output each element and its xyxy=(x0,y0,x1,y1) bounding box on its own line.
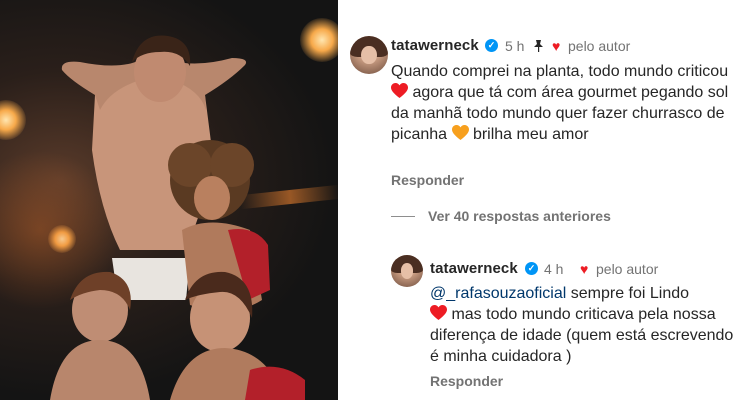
reply-time: 4 h xyxy=(544,261,564,277)
comments-panel: tatawerneck ✓ 5 h ♥ pelo autor Quando co… xyxy=(338,0,738,400)
reply-text-part: mas todo mundo criticava pela nossa dife… xyxy=(430,306,734,365)
view-more-replies[interactable]: Ver 40 respostas anteriores xyxy=(428,208,611,224)
comment-text-part: Quando comprei na planta, todo mundo cri… xyxy=(391,63,729,80)
comment-time: 5 h xyxy=(505,38,525,54)
verified-icon: ✓ xyxy=(525,262,538,275)
post-photo xyxy=(0,0,338,400)
reply-text: @_rafasouzaoficial sempre foi Lindo mas … xyxy=(430,283,734,367)
liked-by-author: pelo autor xyxy=(596,261,659,277)
replies-divider xyxy=(391,216,415,217)
comment-text: Quando comprei na planta, todo mundo cri… xyxy=(391,61,731,145)
heart-icon: ♥ xyxy=(552,38,561,54)
reply-text-part: sempre foi Lindo xyxy=(566,285,690,302)
avatar[interactable] xyxy=(350,36,388,74)
mention-link[interactable]: @_rafasouzaoficial xyxy=(430,285,566,302)
avatar[interactable] xyxy=(391,255,423,287)
liked-by-author: pelo autor xyxy=(568,38,631,54)
comment-username[interactable]: tatawerneck xyxy=(391,37,479,54)
orange-heart-emoji xyxy=(451,125,469,140)
reply-username[interactable]: tatawerneck xyxy=(430,260,518,277)
comment-text-part: brilha meu amor xyxy=(468,126,589,143)
red-heart-emoji xyxy=(430,305,447,320)
verified-icon: ✓ xyxy=(485,39,498,52)
people-figure xyxy=(50,35,305,400)
red-heart-emoji xyxy=(391,83,408,98)
reply-button[interactable]: Responder xyxy=(430,373,503,389)
reply-button[interactable]: Responder xyxy=(391,172,464,188)
heart-icon: ♥ xyxy=(580,261,589,277)
pin-icon xyxy=(534,40,543,52)
